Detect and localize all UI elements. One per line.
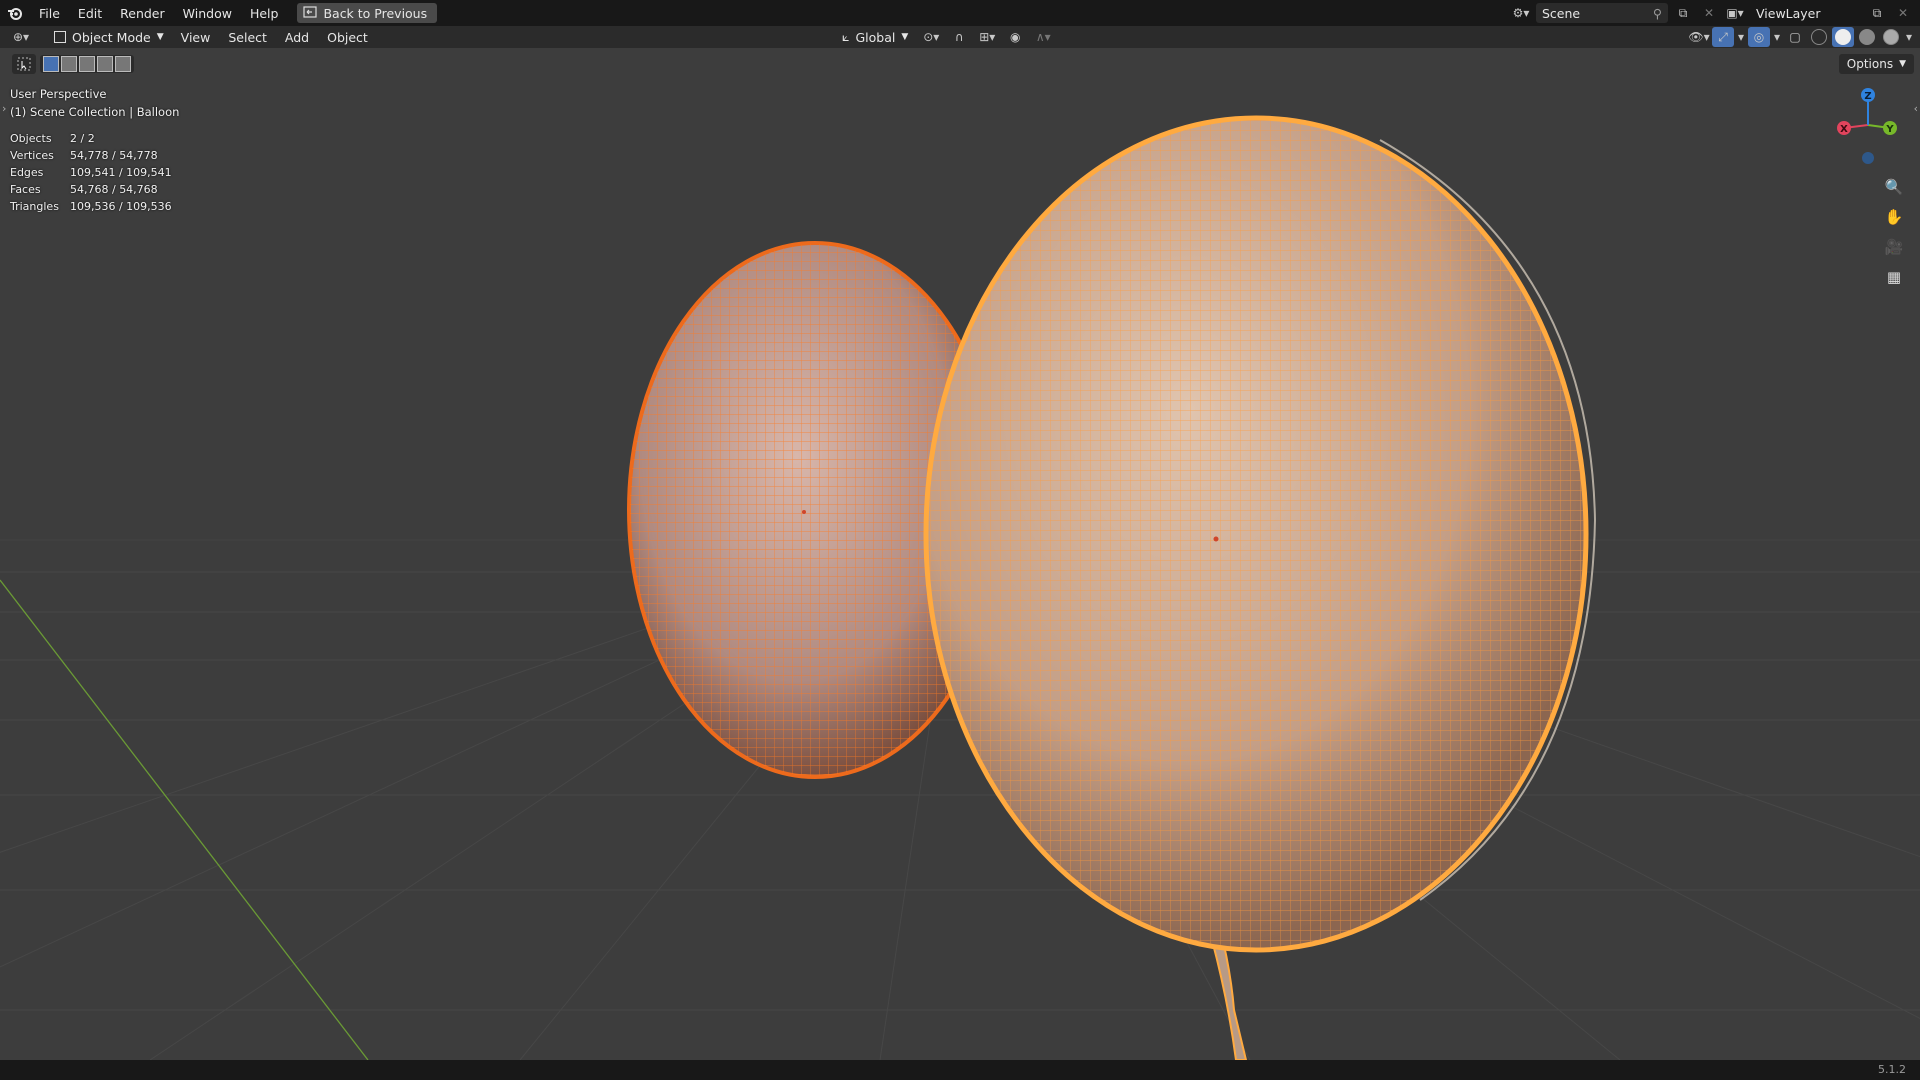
scene-field[interactable]: Scene ⚲ <box>1536 3 1668 23</box>
select-subtract-icon[interactable] <box>79 56 95 72</box>
top-bar: File Edit Render Window Help Back to Pre… <box>0 0 1920 26</box>
view-layer-selector-icon[interactable]: ▣▾ <box>1724 3 1746 23</box>
svg-text:Y: Y <box>1885 124 1894 135</box>
tool-row <box>12 54 134 74</box>
scene-statistics: Objects 2 / 2 Vertices 54,778 / 54,778 Edg… <box>10 130 172 215</box>
menu-file[interactable]: File <box>30 0 69 26</box>
svg-text:X: X <box>1840 124 1848 135</box>
menu-add[interactable]: Add <box>276 30 318 45</box>
pin-icon[interactable]: ⚲ <box>1653 6 1662 21</box>
options-dropdown[interactable]: Options ▼ <box>1838 54 1914 74</box>
proportional-editing-icon[interactable]: ◉ <box>1004 27 1026 47</box>
select-new-icon[interactable] <box>43 56 59 72</box>
solid-shading-icon[interactable] <box>1832 27 1854 47</box>
xray-toggle-icon[interactable]: ▢ <box>1784 27 1806 47</box>
delete-scene-icon[interactable]: ✕ <box>1698 3 1720 23</box>
orientation-icon: ⟀ <box>842 29 850 44</box>
options-label: Options <box>1846 57 1894 71</box>
menu-window[interactable]: Window <box>174 0 241 26</box>
y-axis-line <box>0 579 369 1060</box>
orientation-label: Global <box>855 29 896 45</box>
perspective-toggle-icon[interactable]: ▦ <box>1882 266 1906 288</box>
view-layer-field[interactable]: ViewLayer <box>1750 3 1862 23</box>
view-layer-name: ViewLayer <box>1756 5 1821 21</box>
scene-name: Scene <box>1542 5 1581 21</box>
active-collection: (1) Scene Collection | Balloon <box>10 105 180 119</box>
pan-hand-icon[interactable]: ✋ <box>1882 206 1906 228</box>
select-extend-icon[interactable] <box>61 56 77 72</box>
menu-edit[interactable]: Edit <box>69 0 111 26</box>
back-to-previous-label: Back to Previous <box>323 5 428 21</box>
gizmo-y-axis[interactable]: Y <box>1883 121 1897 135</box>
shading-dropdown-icon[interactable]: ▾ <box>1904 27 1914 47</box>
gizmo-z-axis[interactable]: Z <box>1861 88 1875 102</box>
mode-label: Object Mode <box>72 29 151 45</box>
svg-text:Z: Z <box>1864 91 1871 102</box>
navigation-gizmo[interactable]: X Y Z <box>1830 85 1912 167</box>
new-scene-icon[interactable]: ⧉ <box>1672 3 1694 23</box>
menu-help[interactable]: Help <box>241 0 288 26</box>
camera-view-icon[interactable]: 🎥 <box>1882 236 1906 258</box>
view-perspective: User Perspective <box>10 87 107 101</box>
viewport-info: User Perspective (1) Scene Collection | … <box>10 85 179 121</box>
back-to-previous-button[interactable]: Back to Previous <box>297 3 438 23</box>
zoom-icon[interactable]: 🔍 <box>1882 176 1906 198</box>
stat-objects: Objects 2 / 2 <box>10 132 95 145</box>
stat-triangles: Triangles 109,536 / 109,536 <box>10 200 172 213</box>
mode-dropdown[interactable]: Object Mode ▼ <box>48 28 172 46</box>
blender-logo-icon[interactable] <box>0 0 30 26</box>
scene-selector-icon[interactable]: ⚙▾ <box>1510 3 1532 23</box>
viewport-3d[interactable] <box>0 48 1920 1060</box>
rendered-shading-icon[interactable] <box>1880 27 1902 47</box>
delete-view-layer-icon[interactable]: ✕ <box>1892 3 1914 23</box>
snap-toggle-icon[interactable]: ∩ <box>948 27 970 47</box>
chevron-down-icon: ▼ <box>156 32 164 42</box>
viewport-header: ⊕▾ Object Mode ▼ View Select Add Object … <box>0 26 1920 48</box>
stat-edges: Edges 109,541 / 109,541 <box>10 166 172 179</box>
balloon-front[interactable] <box>920 110 1600 970</box>
material-shading-icon[interactable] <box>1856 27 1878 47</box>
gizmo-toggle-icon[interactable]: ⤢ <box>1712 27 1734 47</box>
select-intersect-icon[interactable] <box>115 56 131 72</box>
object-mode-icon <box>54 31 66 43</box>
menu-select[interactable]: Select <box>219 30 276 45</box>
chevron-down-icon: ▼ <box>901 32 909 42</box>
stat-faces: Faces 54,768 / 54,768 <box>10 183 158 196</box>
editor-type-icon[interactable]: ⊕▾ <box>10 27 32 47</box>
overlay-dropdown-icon[interactable]: ▾ <box>1772 27 1782 47</box>
wireframe-shading-icon[interactable] <box>1808 27 1830 47</box>
gizmo-x-axis[interactable]: X <box>1837 121 1851 135</box>
stat-vertices: Vertices 54,778 / 54,778 <box>10 149 158 162</box>
select-invert-icon[interactable] <box>97 56 113 72</box>
gizmo-neg-z[interactable] <box>1862 152 1874 164</box>
status-bar: 5.1.2 <box>0 1060 1920 1080</box>
select-tool-icon[interactable] <box>12 54 36 74</box>
menu-object[interactable]: Object <box>318 30 377 45</box>
screen-back-icon <box>303 5 318 21</box>
overlay-toggle-icon[interactable]: ◎ <box>1748 27 1770 47</box>
toolbar-toggle-icon[interactable]: › <box>2 102 6 115</box>
navigation-controls: 🔍 ✋ 🎥 ▦ <box>1882 176 1906 288</box>
sidebar-toggle-icon[interactable]: ‹ <box>1914 102 1918 115</box>
visibility-icon[interactable]: 👁▾ <box>1688 27 1710 47</box>
version-label: 5.1.2 <box>1878 1063 1906 1076</box>
chevron-down-icon: ▼ <box>1899 59 1906 69</box>
snap-target-icon[interactable]: ⊞▾ <box>976 27 998 47</box>
new-view-layer-icon[interactable]: ⧉ <box>1866 3 1888 23</box>
selection-mode-group <box>40 55 134 73</box>
menu-view[interactable]: View <box>172 30 220 45</box>
gizmo-dropdown-icon[interactable]: ▾ <box>1736 27 1746 47</box>
falloff-icon[interactable]: ∧▾ <box>1032 27 1054 47</box>
menu-render[interactable]: Render <box>111 0 174 26</box>
pivot-point-icon[interactable]: ⊙▾ <box>920 27 942 47</box>
transform-orientation-dropdown[interactable]: ⟀ Global ▼ <box>836 29 914 45</box>
